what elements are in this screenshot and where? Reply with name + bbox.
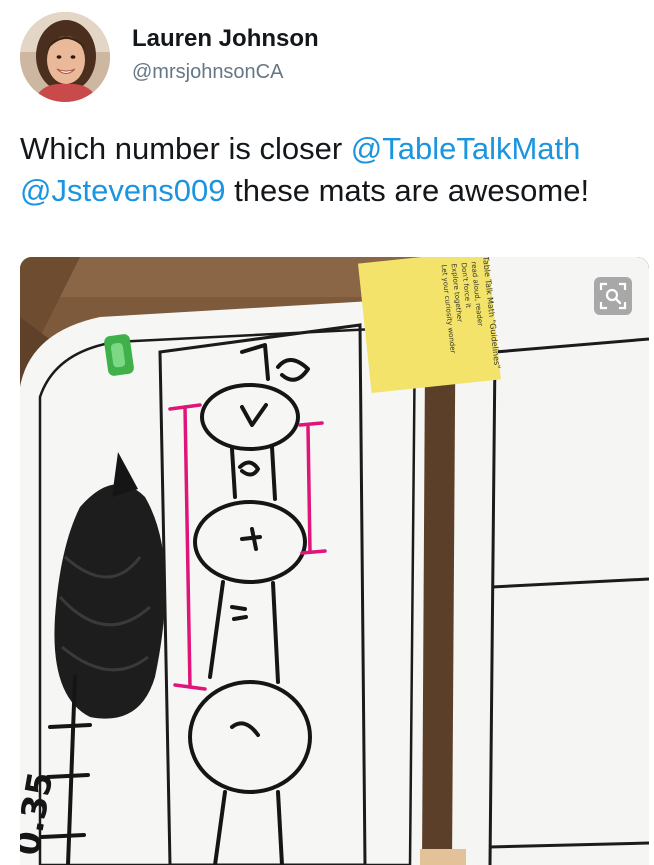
avatar[interactable] bbox=[20, 12, 110, 102]
tweet-media-photo[interactable]: Table Talk Math "Guidelines" read aloud,… bbox=[20, 257, 649, 865]
tweet-card: Lauren Johnson @mrsjohnsonCA Which numbe… bbox=[0, 0, 654, 865]
zoom-button[interactable] bbox=[594, 277, 632, 315]
author-handle[interactable]: @mrsjohnsonCA bbox=[132, 58, 319, 86]
author-block: Lauren Johnson @mrsjohnsonCA bbox=[132, 24, 319, 86]
author-display-name[interactable]: Lauren Johnson bbox=[132, 24, 319, 54]
mention-link-tabletalkmath[interactable]: @TableTalkMath bbox=[351, 131, 581, 166]
avatar-photo bbox=[20, 12, 110, 102]
photo-of-math-mat: Table Talk Math "Guidelines" read aloud,… bbox=[20, 257, 649, 865]
tweet-header: Lauren Johnson @mrsjohnsonCA bbox=[20, 12, 620, 102]
mention-link-jstevens009[interactable]: @Jstevens009 bbox=[20, 173, 226, 208]
tweet-text-prefix: Which number is closer bbox=[20, 131, 351, 166]
magnify-icon bbox=[599, 282, 627, 310]
tweet-text: Which number is closer @TableTalkMath @Js… bbox=[20, 128, 640, 212]
tweet-text-suffix: these mats are awesome! bbox=[225, 173, 590, 208]
